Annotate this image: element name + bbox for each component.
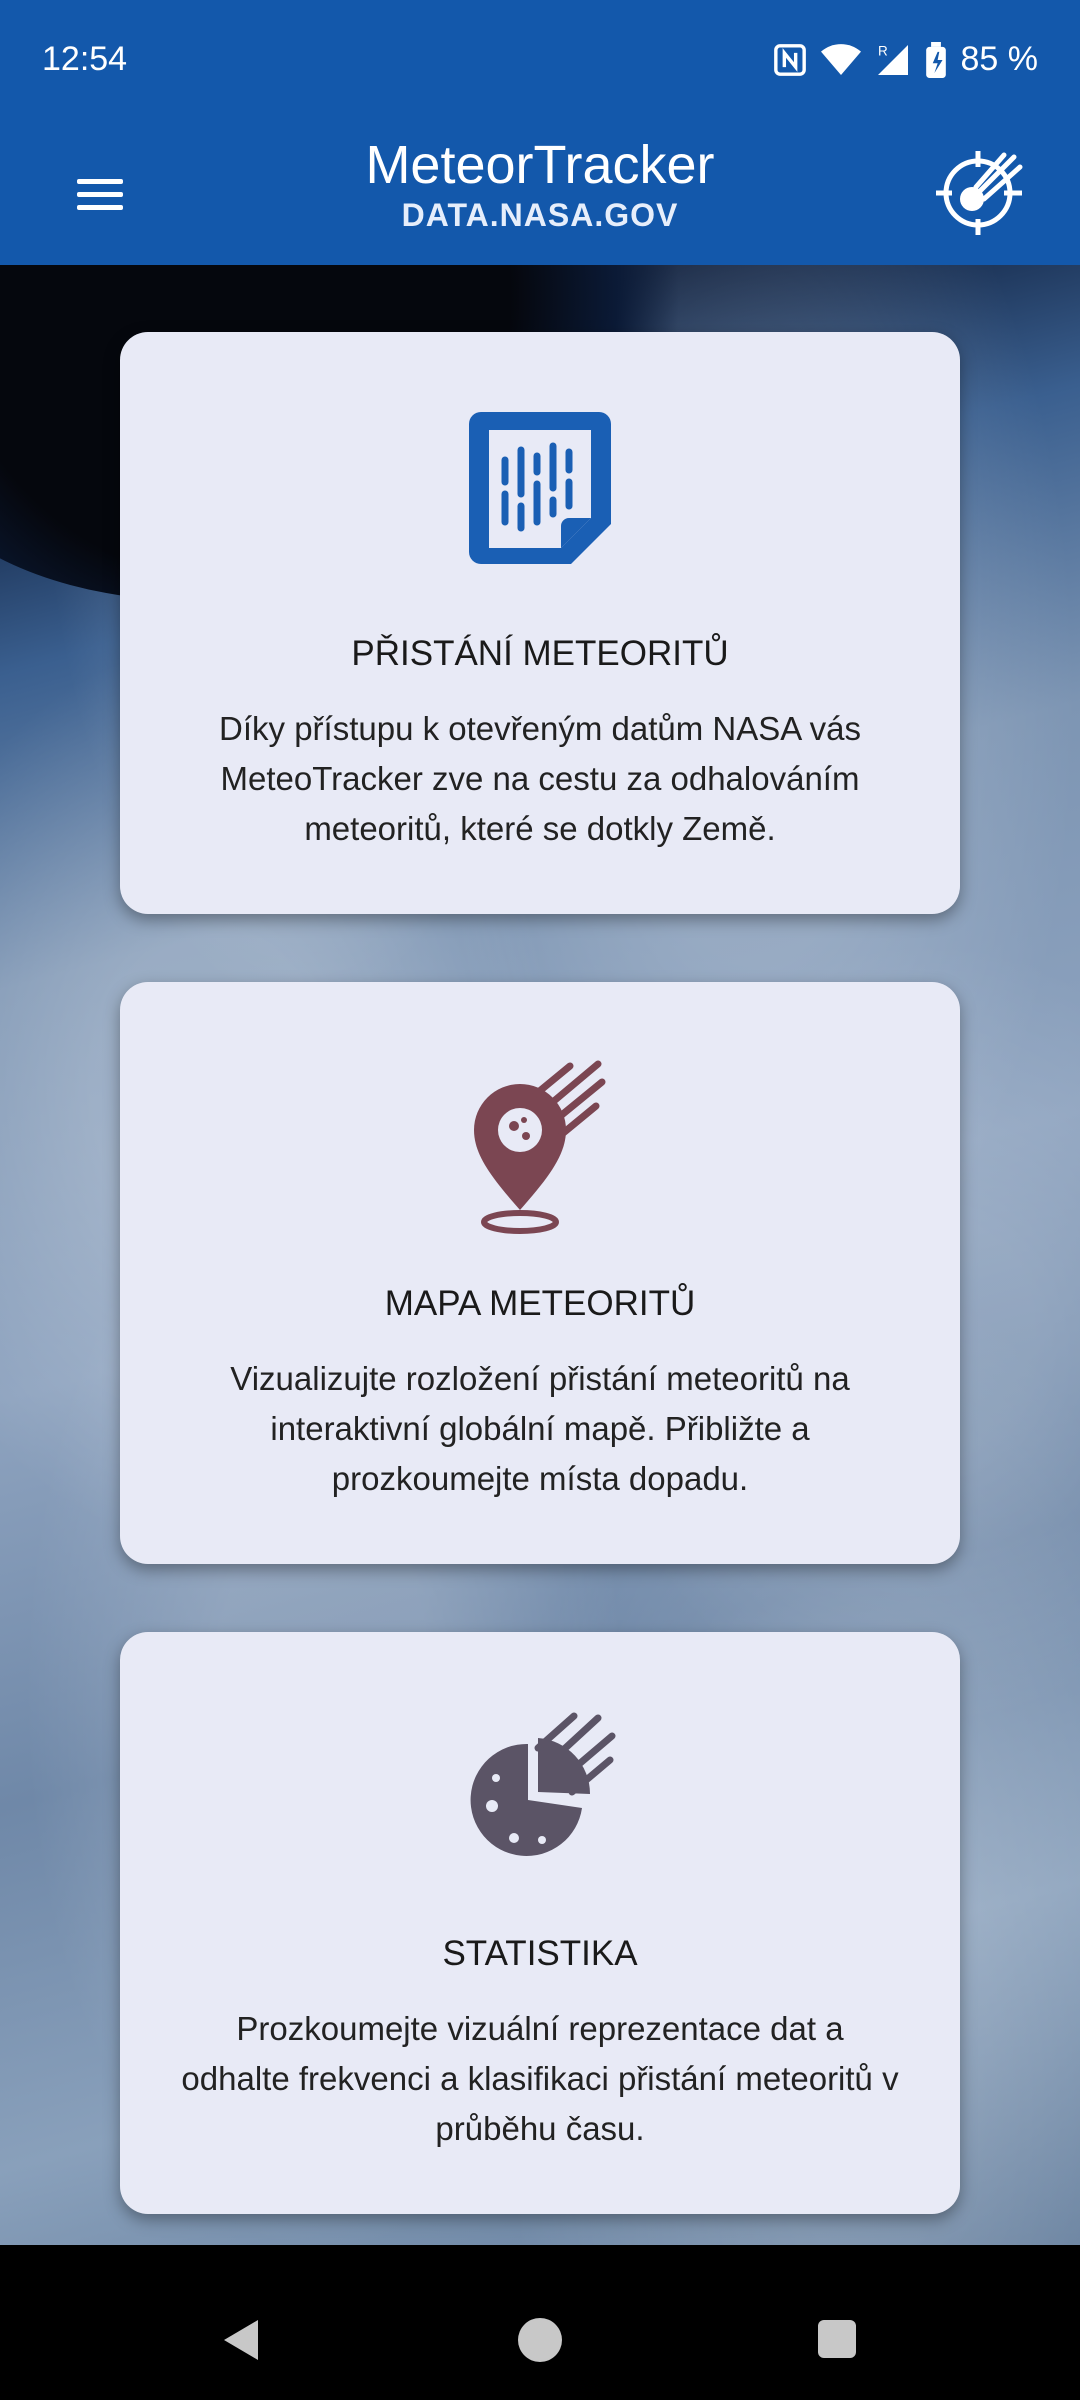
back-icon[interactable]: [220, 2318, 260, 2362]
card-description: Vizualizujte rozložení přistání meteorit…: [230, 1360, 850, 1497]
card-title: STATISTIKA: [442, 1934, 638, 1973]
status-time: 12:54: [42, 40, 128, 78]
battery-icon: [925, 41, 946, 78]
app-title: MeteorTracker: [365, 135, 715, 195]
app-bar: MeteorTracker DATA.NASA.GOV: [0, 125, 1080, 265]
app-title-group: MeteorTracker DATA.NASA.GOV: [0, 133, 1080, 233]
meteor-pie-chart-icon: [470, 1712, 616, 1856]
app-logo-button[interactable]: [930, 139, 1030, 239]
svg-text:R: R: [878, 43, 888, 58]
card-title: MAPA METEORITŮ: [384, 1284, 696, 1323]
card-statistics[interactable]: STATISTIKA Prozkoumejte vizuální repreze…: [120, 1632, 960, 2214]
card-icon-wrap: [120, 1060, 960, 1236]
data-document-icon: [469, 412, 611, 564]
card-icon-wrap: [120, 410, 960, 566]
card-title: PŘISTÁNÍ METEORITŮ: [351, 634, 729, 673]
card-description: Díky přístupu k otevřeným datům NASA vás…: [219, 710, 861, 847]
app-subtitle: DATA.NASA.GOV: [401, 197, 679, 233]
wifi-icon: [820, 43, 861, 75]
meteor-crosshair-icon: [936, 151, 1023, 235]
status-icons: R 85 %: [773, 40, 1039, 79]
nfc-icon: [773, 43, 806, 76]
home-icon[interactable]: [518, 2318, 562, 2362]
signal-icon: R: [877, 43, 908, 75]
status-bar: 12:54 R 85 %: [0, 0, 1080, 125]
card-meteorite-landings[interactable]: PŘISTÁNÍ METEORITŮ Díky přístupu k otevř…: [120, 332, 960, 914]
meteor-map-pin-icon: [474, 1060, 606, 1234]
card-description: Prozkoumejte vizuální reprezentace dat a…: [181, 2010, 899, 2147]
battery-percent: 85 %: [960, 40, 1039, 78]
card-meteorite-map[interactable]: MAPA METEORITŮ Vizualizujte rozložení př…: [120, 982, 960, 1564]
system-nav-bar: [0, 2280, 1080, 2400]
card-icon-wrap: [120, 1710, 960, 1870]
recent-apps-icon[interactable]: [818, 2320, 856, 2358]
earth-background: PŘISTÁNÍ METEORITŮ Díky přístupu k otevř…: [0, 265, 1080, 2245]
